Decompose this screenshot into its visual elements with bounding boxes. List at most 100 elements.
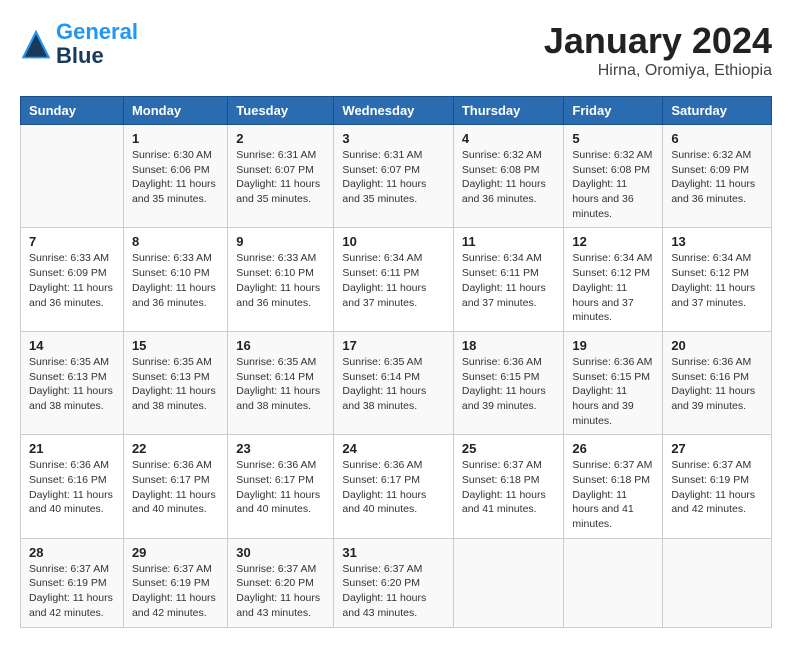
day-cell: 10 Sunrise: 6:34 AMSunset: 6:11 PMDayligh… — [334, 228, 453, 331]
day-cell: 3 Sunrise: 6:31 AMSunset: 6:07 PMDaylight… — [334, 125, 453, 228]
day-number: 16 — [236, 338, 325, 353]
day-info: Sunrise: 6:35 AMSunset: 6:14 PMDaylight:… — [342, 355, 444, 414]
day-info: Sunrise: 6:35 AMSunset: 6:13 PMDaylight:… — [29, 355, 115, 414]
day-info: Sunrise: 6:37 AMSunset: 6:18 PMDaylight:… — [572, 458, 654, 531]
day-number: 9 — [236, 234, 325, 249]
day-cell: 20Sunrise: 6:36 AMSunset: 6:16 PMDayligh… — [663, 331, 772, 434]
day-number: 1 — [132, 131, 219, 146]
header-monday: Monday — [123, 97, 227, 125]
day-info: Sunrise: 6:33 AMSunset: 6:10 PMDaylight:… — [132, 251, 219, 310]
header-friday: Friday — [564, 97, 663, 125]
day-cell: 2Sunrise: 6:31 AMSunset: 6:07 PMDaylight… — [228, 125, 334, 228]
day-cell: 14 Sunrise: 6:35 AMSunset: 6:13 PMDayligh… — [21, 331, 124, 434]
calendar-title: January 2024 — [544, 20, 772, 62]
day-cell: 16 Sunrise: 6:35 AMSunset: 6:14 PMDayligh… — [228, 331, 334, 434]
day-info: Sunrise: 6:34 AMSunset: 6:12 PMDaylight:… — [572, 251, 654, 324]
day-cell: 18Sunrise: 6:36 AMSunset: 6:15 PMDayligh… — [453, 331, 564, 434]
day-info: Sunrise: 6:36 AMSunset: 6:17 PMDaylight:… — [132, 458, 219, 517]
day-cell — [564, 538, 663, 627]
logo: General Blue — [20, 20, 138, 68]
day-info: Sunrise: 6:35 AMSunset: 6:14 PMDaylight:… — [236, 355, 325, 414]
week-row-4: 21Sunrise: 6:36 AMSunset: 6:16 PMDayligh… — [21, 435, 772, 538]
day-number: 12 — [572, 234, 654, 249]
day-number: 24 — [342, 441, 444, 456]
day-info: Sunrise: 6:31 AMSunset: 6:07 PMDaylight:… — [342, 148, 444, 207]
day-cell: 9Sunrise: 6:33 AMSunset: 6:10 PMDaylight… — [228, 228, 334, 331]
day-number: 10 — [342, 234, 444, 249]
day-cell: 5 Sunrise: 6:32 AMSunset: 6:08 PMDaylight… — [564, 125, 663, 228]
day-number: 7 — [29, 234, 115, 249]
calendar-header-row: SundayMondayTuesdayWednesdayThursdayFrid… — [21, 97, 772, 125]
day-number: 15 — [132, 338, 219, 353]
day-info: Sunrise: 6:36 AMSunset: 6:17 PMDaylight:… — [236, 458, 325, 517]
day-cell: 26 Sunrise: 6:37 AMSunset: 6:18 PMDayligh… — [564, 435, 663, 538]
day-cell: 11 Sunrise: 6:34 AMSunset: 6:11 PMDayligh… — [453, 228, 564, 331]
day-info: Sunrise: 6:33 AMSunset: 6:09 PMDaylight:… — [29, 251, 115, 310]
day-number: 4 — [462, 131, 556, 146]
day-cell: 23 Sunrise: 6:36 AMSunset: 6:17 PMDayligh… — [228, 435, 334, 538]
week-row-1: 1 Sunrise: 6:30 AMSunset: 6:06 PMDaylight… — [21, 125, 772, 228]
day-cell: 31Sunrise: 6:37 AMSunset: 6:20 PMDayligh… — [334, 538, 453, 627]
day-cell: 6Sunrise: 6:32 AMSunset: 6:09 PMDaylight… — [663, 125, 772, 228]
day-number: 3 — [342, 131, 444, 146]
header-wednesday: Wednesday — [334, 97, 453, 125]
day-info: Sunrise: 6:36 AMSunset: 6:15 PMDaylight:… — [572, 355, 654, 428]
day-cell: 22 Sunrise: 6:36 AMSunset: 6:17 PMDayligh… — [123, 435, 227, 538]
day-number: 31 — [342, 545, 444, 560]
week-row-3: 14 Sunrise: 6:35 AMSunset: 6:13 PMDayligh… — [21, 331, 772, 434]
day-cell: 1 Sunrise: 6:30 AMSunset: 6:06 PMDaylight… — [123, 125, 227, 228]
day-cell — [21, 125, 124, 228]
day-number: 23 — [236, 441, 325, 456]
day-cell: 27 Sunrise: 6:37 AMSunset: 6:19 PMDayligh… — [663, 435, 772, 538]
header-sunday: Sunday — [21, 97, 124, 125]
day-number: 2 — [236, 131, 325, 146]
title-block: January 2024 Hirna, Oromiya, Ethiopia — [544, 20, 772, 80]
day-cell: 8 Sunrise: 6:33 AMSunset: 6:10 PMDaylight… — [123, 228, 227, 331]
day-cell: 28Sunrise: 6:37 AMSunset: 6:19 PMDayligh… — [21, 538, 124, 627]
day-info: Sunrise: 6:30 AMSunset: 6:06 PMDaylight:… — [132, 148, 219, 207]
week-row-5: 28Sunrise: 6:37 AMSunset: 6:19 PMDayligh… — [21, 538, 772, 627]
day-info: Sunrise: 6:35 AMSunset: 6:13 PMDaylight:… — [132, 355, 219, 414]
day-cell: 29Sunrise: 6:37 AMSunset: 6:19 PMDayligh… — [123, 538, 227, 627]
day-cell: 13Sunrise: 6:34 AMSunset: 6:12 PMDayligh… — [663, 228, 772, 331]
day-info: Sunrise: 6:32 AMSunset: 6:08 PMDaylight:… — [572, 148, 654, 221]
day-number: 21 — [29, 441, 115, 456]
page-header: General Blue January 2024 Hirna, Oromiya… — [20, 20, 772, 80]
day-info: Sunrise: 6:32 AMSunset: 6:08 PMDaylight:… — [462, 148, 556, 207]
day-cell — [453, 538, 564, 627]
day-info: Sunrise: 6:36 AMSunset: 6:17 PMDaylight:… — [342, 458, 444, 517]
day-info: Sunrise: 6:37 AMSunset: 6:18 PMDaylight:… — [462, 458, 556, 517]
week-row-2: 7 Sunrise: 6:33 AMSunset: 6:09 PMDaylight… — [21, 228, 772, 331]
day-number: 22 — [132, 441, 219, 456]
day-number: 29 — [132, 545, 219, 560]
day-cell: 30Sunrise: 6:37 AMSunset: 6:20 PMDayligh… — [228, 538, 334, 627]
day-number: 11 — [462, 234, 556, 249]
day-cell: 19 Sunrise: 6:36 AMSunset: 6:15 PMDayligh… — [564, 331, 663, 434]
day-number: 14 — [29, 338, 115, 353]
day-number: 13 — [671, 234, 763, 249]
day-number: 5 — [572, 131, 654, 146]
day-info: Sunrise: 6:37 AMSunset: 6:19 PMDaylight:… — [671, 458, 763, 517]
day-cell: 4 Sunrise: 6:32 AMSunset: 6:08 PMDaylight… — [453, 125, 564, 228]
header-thursday: Thursday — [453, 97, 564, 125]
calendar-table: SundayMondayTuesdayWednesdayThursdayFrid… — [20, 96, 772, 628]
day-info: Sunrise: 6:34 AMSunset: 6:11 PMDaylight:… — [342, 251, 444, 310]
day-cell: 15 Sunrise: 6:35 AMSunset: 6:13 PMDayligh… — [123, 331, 227, 434]
day-number: 27 — [671, 441, 763, 456]
day-cell: 12 Sunrise: 6:34 AMSunset: 6:12 PMDayligh… — [564, 228, 663, 331]
logo-text: General Blue — [56, 20, 138, 68]
day-number: 20 — [671, 338, 763, 353]
day-number: 6 — [671, 131, 763, 146]
day-cell: 17 Sunrise: 6:35 AMSunset: 6:14 PMDayligh… — [334, 331, 453, 434]
day-number: 26 — [572, 441, 654, 456]
day-cell: 24 Sunrise: 6:36 AMSunset: 6:17 PMDayligh… — [334, 435, 453, 538]
day-number: 8 — [132, 234, 219, 249]
header-saturday: Saturday — [663, 97, 772, 125]
day-info: Sunrise: 6:34 AMSunset: 6:11 PMDaylight:… — [462, 251, 556, 310]
day-cell: 25 Sunrise: 6:37 AMSunset: 6:18 PMDayligh… — [453, 435, 564, 538]
day-number: 25 — [462, 441, 556, 456]
day-number: 17 — [342, 338, 444, 353]
day-number: 19 — [572, 338, 654, 353]
header-tuesday: Tuesday — [228, 97, 334, 125]
day-info: Sunrise: 6:36 AMSunset: 6:15 PMDaylight:… — [462, 355, 556, 414]
